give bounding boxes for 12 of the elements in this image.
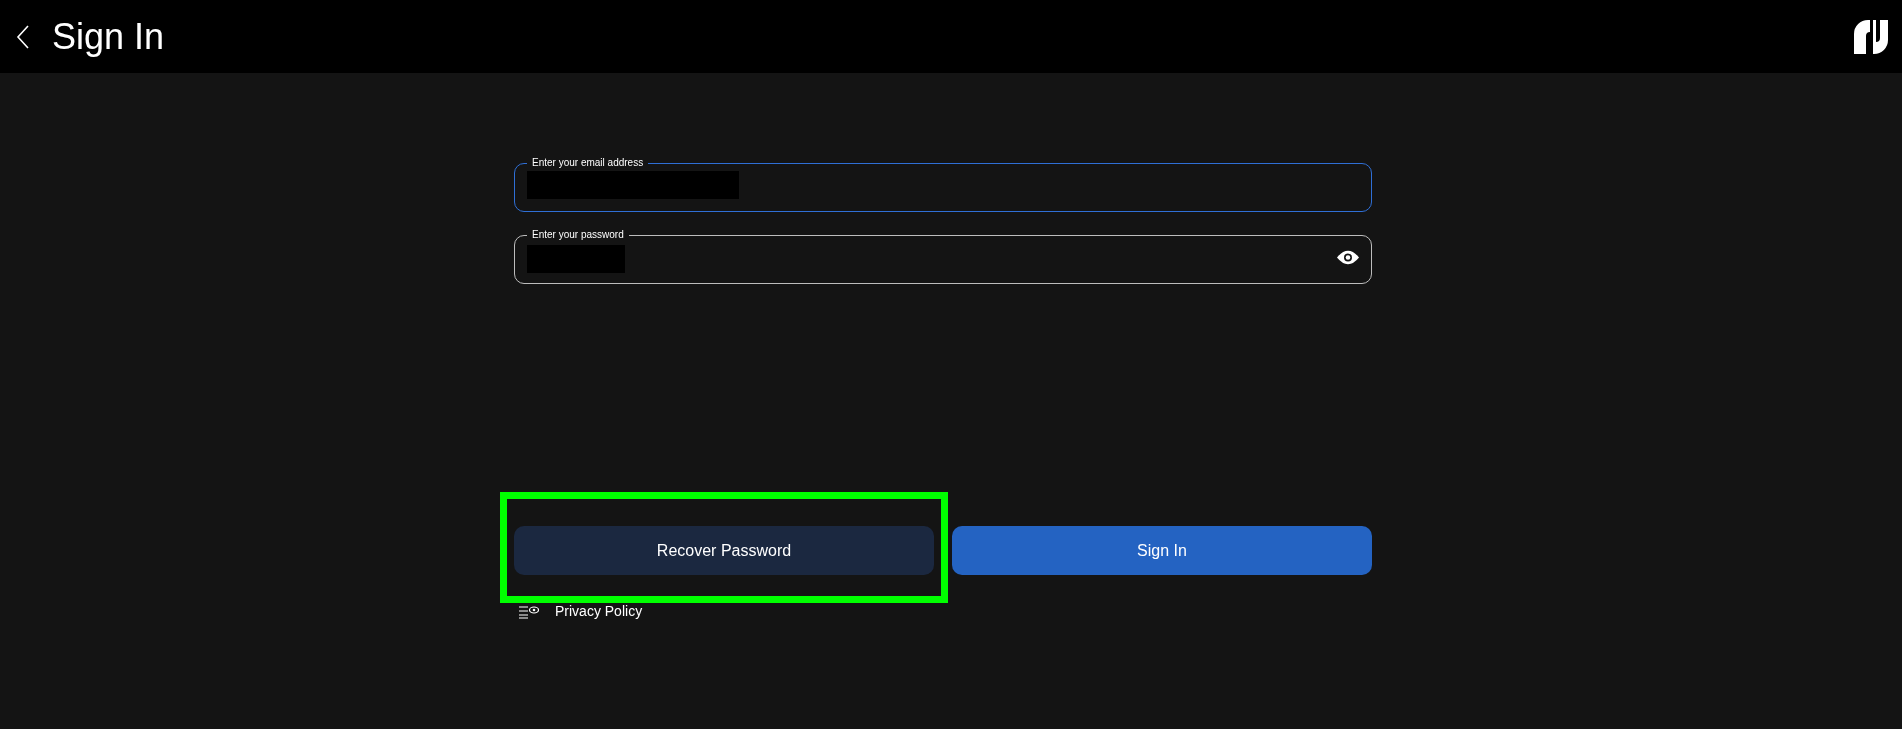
show-password-icon[interactable] (1337, 249, 1359, 265)
back-icon (16, 23, 30, 50)
privacy-policy-link[interactable]: Privacy Policy (555, 601, 643, 622)
page-title: Sign In (52, 18, 165, 55)
password-field[interactable]: Enter your password (514, 228, 1372, 284)
sign-in-button[interactable]: Sign In (952, 526, 1372, 575)
list-eye-icon (519, 604, 539, 619)
recover-password-button[interactable]: Recover Password (514, 526, 934, 575)
app-logo-icon (1854, 19, 1888, 54)
field-label: Enter your password (531, 228, 625, 242)
email-field[interactable]: Enter your email address (514, 156, 1372, 212)
field-label: Enter your email address (531, 156, 645, 170)
